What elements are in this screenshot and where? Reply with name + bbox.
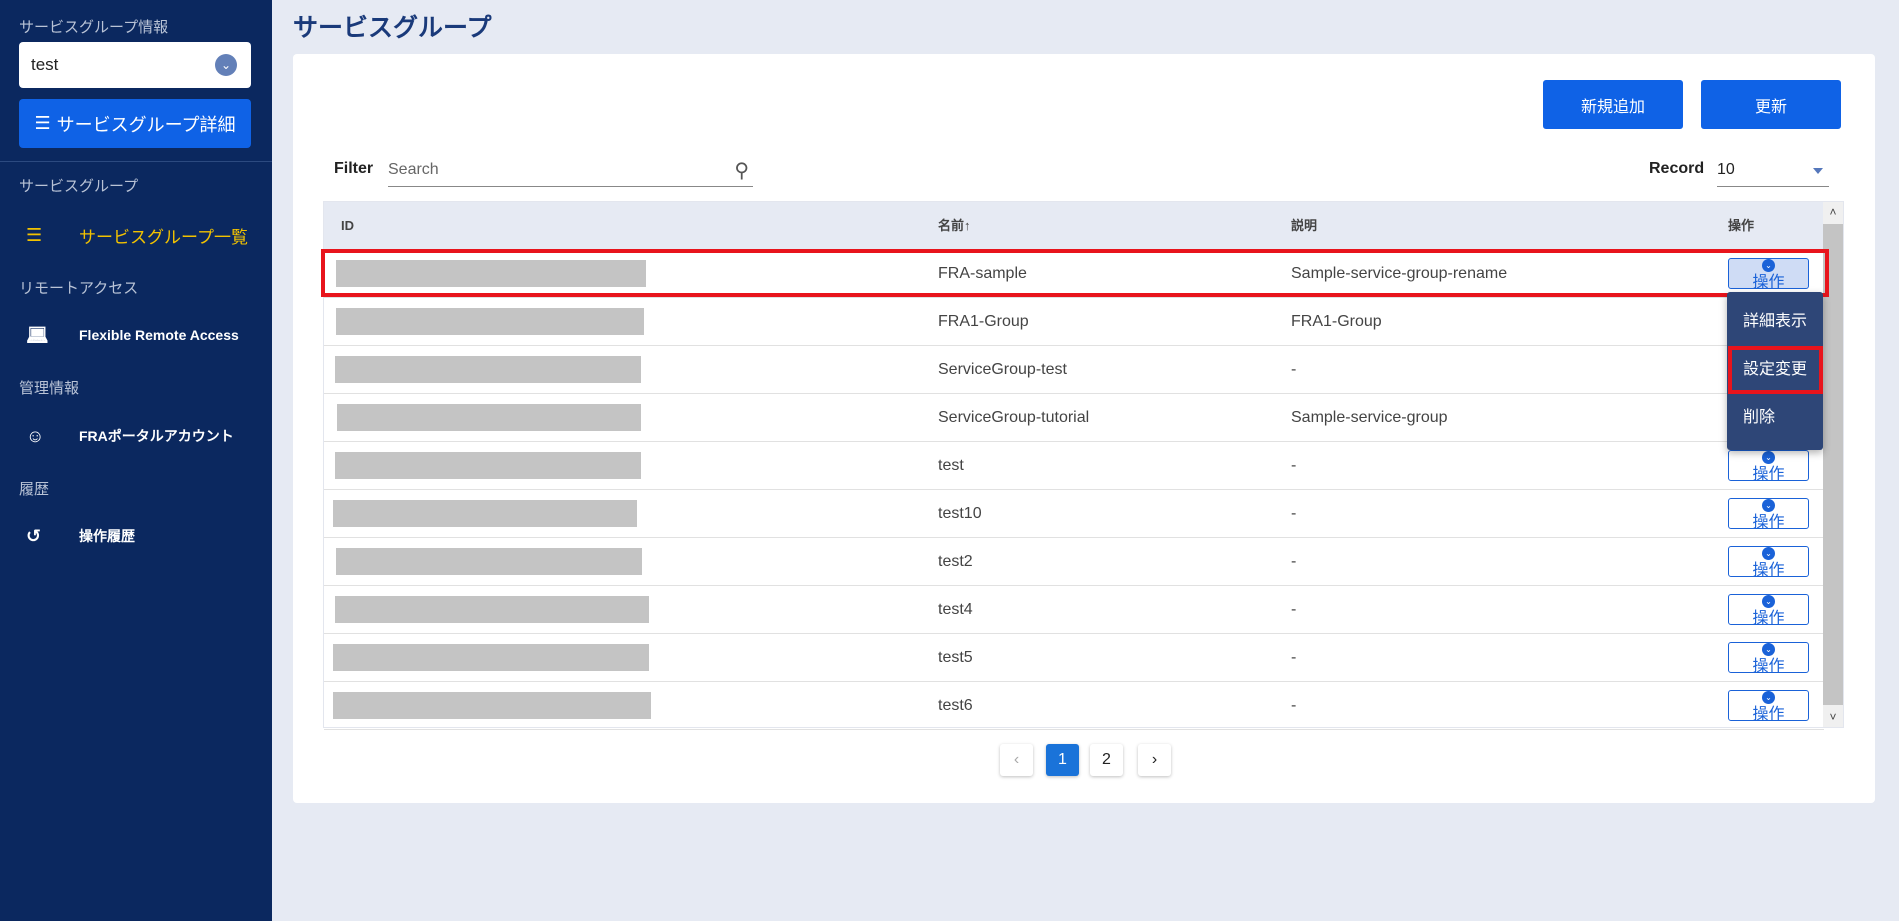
row-description: - xyxy=(1291,457,1297,474)
header-name[interactable]: 名前↑ xyxy=(938,202,971,250)
redacted-id xyxy=(333,644,649,671)
page-title: サービスグループ xyxy=(293,14,492,42)
record-value: 10 xyxy=(1717,161,1735,178)
table-row: test6 - ⌄ 操作 xyxy=(324,682,1824,730)
add-button[interactable]: 新規追加 xyxy=(1543,80,1683,129)
redacted-id xyxy=(335,356,641,383)
row-description: - xyxy=(1291,697,1297,714)
row-name: ServiceGroup-test xyxy=(938,361,1067,378)
row-description: - xyxy=(1291,553,1297,570)
service-group-select[interactable]: test ⌄ xyxy=(19,42,251,88)
menu-item-details[interactable]: 詳細表示 xyxy=(1727,298,1823,346)
action-menu: 詳細表示 設定変更 削除 xyxy=(1727,292,1823,450)
action-button[interactable]: ⌄ 操作 xyxy=(1728,450,1809,483)
service-group-detail-button[interactable]: ☰ サービスグループ詳細 xyxy=(19,99,251,148)
action-button[interactable]: ⌄ 操作 xyxy=(1728,546,1809,579)
table-row: test2 - ⌄ 操作 xyxy=(324,538,1824,586)
row-description: FRA1-Group xyxy=(1291,313,1382,330)
sidebar-item-operation-history[interactable]: ↺ 操作履歴 xyxy=(0,516,272,556)
header-action: 操作 xyxy=(1728,218,1755,233)
row-description: - xyxy=(1291,601,1297,618)
table-header: ID 名前↑ 説明 操作 xyxy=(324,202,1824,250)
table-row: ServiceGroup-test - xyxy=(324,346,1824,394)
table-row: test - ⌄ 操作 xyxy=(324,442,1824,490)
section-label: サービスグループ xyxy=(19,178,139,195)
record-select[interactable]: 10 xyxy=(1717,154,1829,187)
sidebar-item-label: サービスグループ一覧 xyxy=(79,227,248,247)
list-icon: ☰ xyxy=(26,224,43,245)
header-description[interactable]: 説明 xyxy=(1291,202,1317,250)
sidebar: サービスグループ情報 test ⌄ ☰ サービスグループ詳細 サービスグループ … xyxy=(0,0,272,921)
row-name: FRA1-Group xyxy=(938,313,1029,330)
menu-item-edit-settings[interactable]: 設定変更 xyxy=(1728,346,1823,394)
filter-label: Filter xyxy=(334,160,374,177)
menu-item-delete[interactable]: 削除 xyxy=(1727,394,1823,442)
section-label: リモートアクセス xyxy=(19,280,139,297)
divider xyxy=(0,161,272,162)
menu-lines-icon: ☰ xyxy=(34,113,51,133)
page-1-button[interactable]: 1 xyxy=(1046,744,1079,776)
table-row: test10 - ⌄ 操作 xyxy=(324,490,1824,538)
search-input[interactable]: Search ⚲ xyxy=(388,154,753,187)
detail-button-label: サービスグループ詳細 xyxy=(56,114,236,135)
page-2-button[interactable]: 2 xyxy=(1090,744,1123,776)
section-label: 管理情報 xyxy=(19,380,80,397)
row-name: test xyxy=(938,457,964,474)
record-label: Record xyxy=(1649,160,1705,177)
row-name: test10 xyxy=(938,505,982,522)
row-name: test4 xyxy=(938,601,973,618)
redacted-id xyxy=(336,308,644,335)
next-page-button[interactable]: › xyxy=(1138,744,1171,776)
row-name: test2 xyxy=(938,553,973,570)
action-button[interactable]: ⌄ 操作 xyxy=(1728,642,1809,675)
chevron-down-icon: ⌄ xyxy=(215,54,237,76)
sidebar-item-label: 操作履歴 xyxy=(79,528,135,544)
scroll-down-icon[interactable]: ˅ xyxy=(1823,707,1843,727)
sidebar-item-portal-account[interactable]: ☺ FRAポータルアカウント xyxy=(0,416,272,456)
redacted-id xyxy=(333,500,637,527)
redacted-id xyxy=(335,452,641,479)
refresh-button[interactable]: 更新 xyxy=(1701,80,1841,129)
sidebar-item-flexible-remote-access[interactable]: 💻︎ Flexible Remote Access xyxy=(0,315,272,355)
action-button[interactable]: ⌄ 操作 xyxy=(1728,690,1809,723)
row-name: test6 xyxy=(938,697,973,714)
row-name: test5 xyxy=(938,649,973,666)
laptop-icon: 💻︎ xyxy=(26,324,49,345)
table-row: test4 - ⌄ 操作 xyxy=(324,586,1824,634)
action-button[interactable]: ⌄ 操作 xyxy=(1728,498,1809,531)
table-row: ServiceGroup-tutorial Sample-service-gro… xyxy=(324,394,1824,442)
caret-down-icon xyxy=(1813,168,1823,179)
redacted-id xyxy=(335,596,649,623)
selected-group: test xyxy=(31,55,59,74)
action-button-label: 操作 xyxy=(1752,706,1785,723)
table-row: FRA1-Group FRA1-Group xyxy=(324,298,1824,346)
section-label: 履歴 xyxy=(19,481,50,498)
redacted-id xyxy=(333,692,651,719)
search-icon[interactable]: ⚲ xyxy=(734,158,749,183)
row-description: - xyxy=(1291,505,1297,522)
history-icon: ↺ xyxy=(26,525,42,546)
row-description: - xyxy=(1291,649,1297,666)
header-id[interactable]: ID xyxy=(341,202,354,250)
table-row: test5 - ⌄ 操作 xyxy=(324,634,1824,682)
person-icon: ☺ xyxy=(26,425,45,446)
highlight-box xyxy=(321,249,1829,297)
sidebar-item-label: Flexible Remote Access xyxy=(79,327,239,343)
row-description: Sample-service-group xyxy=(1291,409,1448,426)
scroll-up-icon[interactable]: ˄ xyxy=(1823,202,1843,222)
redacted-id xyxy=(337,404,641,431)
redacted-id xyxy=(336,548,642,575)
sidebar-item-label: FRAポータルアカウント xyxy=(79,428,234,444)
search-placeholder: Search xyxy=(388,161,439,178)
action-button[interactable]: ⌄ 操作 xyxy=(1728,594,1809,627)
row-name: ServiceGroup-tutorial xyxy=(938,409,1090,426)
service-group-info-label: サービスグループ情報 xyxy=(19,19,169,36)
row-description: - xyxy=(1291,361,1297,378)
sidebar-item-service-group-list[interactable]: ☰ サービスグループ一覧 xyxy=(0,215,272,255)
prev-page-button[interactable]: ‹ xyxy=(1000,744,1033,776)
